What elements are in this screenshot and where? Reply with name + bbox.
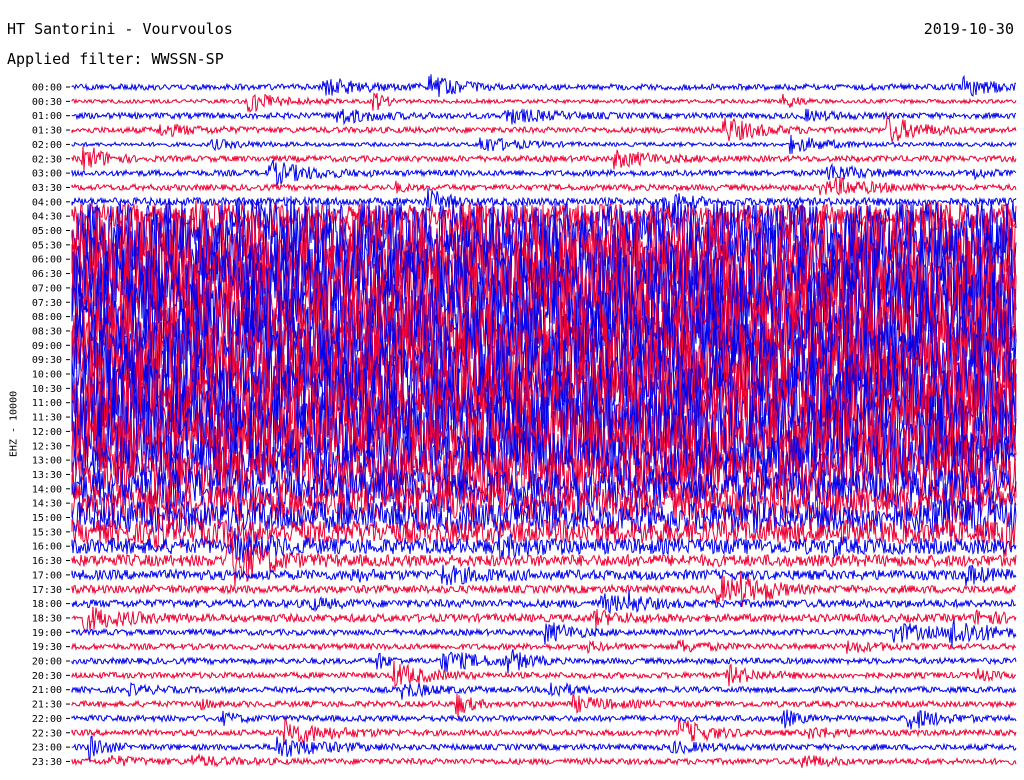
time-tick-label: 08:30 [32, 326, 62, 337]
time-tick-label: 18:00 [32, 599, 62, 610]
time-tick-label: 01:00 [32, 111, 62, 122]
time-tick-label: 07:30 [32, 298, 62, 309]
time-tick-label: 05:30 [32, 240, 62, 251]
seismic-trace [71, 752, 1017, 768]
time-tick-label: 13:00 [32, 456, 62, 467]
seismic-trace [71, 649, 1017, 674]
time-tick-label: 09:30 [32, 355, 62, 366]
time-tick-label: 12:00 [32, 427, 62, 438]
seismic-trace [71, 735, 1017, 762]
time-tick-label: 04:00 [32, 197, 62, 208]
seismic-trace [71, 176, 1017, 196]
time-tick-label: 14:00 [32, 484, 62, 495]
seismic-trace [71, 108, 1017, 126]
time-tick-label: 07:00 [32, 283, 62, 294]
time-tick-label: 01:30 [32, 126, 62, 137]
y-axis-label: EHZ - 10000 [8, 390, 20, 458]
seismic-trace [71, 717, 1017, 744]
time-tick-label: 06:30 [32, 269, 62, 280]
time-tick-label: 04:30 [32, 212, 62, 223]
time-tick-label: 05:00 [32, 226, 62, 237]
time-tick-label: 21:30 [32, 700, 62, 711]
time-tick-label: 22:00 [32, 714, 62, 725]
time-tick-label: 19:30 [32, 642, 62, 653]
seismic-trace [71, 146, 1017, 171]
time-tick-label: 11:30 [32, 413, 62, 424]
time-tick-label: 03:30 [32, 183, 62, 194]
time-tick-label: 02:00 [32, 140, 62, 151]
time-tick-label: 14:30 [32, 499, 62, 510]
seismic-trace [71, 660, 1017, 688]
seismic-trace [71, 638, 1016, 654]
seismic-trace [71, 74, 1017, 98]
time-tick-label: 11:00 [32, 398, 62, 409]
time-tick-label: 13:30 [32, 470, 62, 481]
time-tick-label: 10:30 [32, 384, 62, 395]
time-tick-label: 20:30 [32, 671, 62, 682]
time-tick-label: 00:30 [32, 97, 62, 108]
helicorder-plot: 00:00 00:30 01:00 01:30 02:00 02:30 03:00 03:30… [32, 74, 1017, 768]
seismic-trace [71, 681, 1017, 700]
time-tick-label: 00:00 [32, 83, 62, 94]
seismic-trace [71, 115, 1017, 144]
time-tick-label: 17:30 [32, 585, 62, 596]
seismic-trace [71, 606, 1017, 634]
seismic-trace [71, 564, 1017, 587]
time-tick-label: 08:00 [32, 312, 62, 323]
time-tick-label: 21:00 [32, 685, 62, 696]
time-tick-label: 15:30 [32, 527, 62, 538]
time-tick-label: 18:30 [32, 613, 62, 624]
seismic-trace [71, 709, 1017, 730]
time-tick-label: 16:30 [32, 556, 62, 567]
time-tick-label: 15:00 [32, 513, 62, 524]
time-tick-label: 22:30 [32, 728, 62, 739]
time-tick-label: 23:30 [32, 757, 62, 768]
time-tick-label: 16:00 [32, 542, 62, 553]
seismic-trace [71, 693, 1017, 718]
time-tick-label: 19:00 [32, 628, 62, 639]
time-tick-label: 23:00 [32, 743, 62, 754]
seismic-trace [71, 159, 1017, 186]
time-tick-label: 09:00 [32, 341, 62, 352]
time-tick-label: 03:00 [32, 169, 62, 180]
seismic-trace [71, 92, 1017, 113]
seismic-trace [71, 134, 1017, 155]
time-tick-label: 02:30 [32, 154, 62, 165]
time-tick-label: 12:30 [32, 441, 62, 452]
time-tick-label: 17:00 [32, 570, 62, 581]
time-tick-label: 06:00 [32, 255, 62, 266]
time-tick-label: 20:00 [32, 657, 62, 668]
time-tick-label: 10:00 [32, 370, 62, 381]
